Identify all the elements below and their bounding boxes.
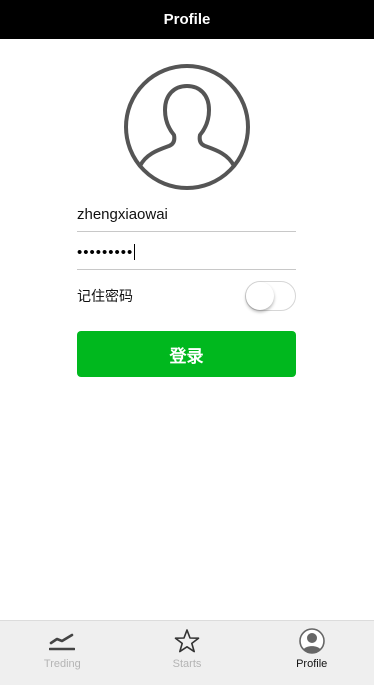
login-button[interactable]: 登录: [77, 331, 296, 377]
password-field[interactable]: •••••••••: [77, 235, 296, 270]
tab-label-profile: Profile: [296, 658, 328, 670]
tab-trending[interactable]: Treding: [0, 621, 125, 685]
navigation-bar: Profile: [0, 0, 374, 39]
remember-password-label: 记住密码: [77, 288, 133, 304]
tab-label-starts: Starts: [172, 658, 202, 670]
trending-icon: [49, 633, 76, 651]
page-title: Profile: [163, 11, 211, 28]
username-value: zhengxiaowai: [77, 206, 168, 223]
password-value: •••••••••: [77, 243, 134, 261]
tab-profile[interactable]: Profile: [249, 621, 374, 685]
profile-screen: Profile zhengxiaowai ••••••••• 记住密码 登录 T…: [0, 0, 374, 685]
profile-icon: [298, 628, 325, 654]
username-field[interactable]: zhengxiaowai: [77, 198, 296, 232]
tab-bar: Treding Starts Profile: [0, 620, 374, 685]
login-form: zhengxiaowai ••••••••• 记住密码 登录: [77, 198, 296, 377]
text-cursor: [134, 244, 136, 260]
star-icon: [174, 629, 200, 653]
toggle-knob: [246, 282, 274, 310]
remember-password-toggle[interactable]: [245, 281, 296, 311]
user-avatar-icon: [124, 64, 250, 190]
remember-password-row: 记住密码: [77, 270, 296, 322]
tab-label-trending: Treding: [43, 658, 81, 670]
tab-starts[interactable]: Starts: [125, 621, 250, 685]
